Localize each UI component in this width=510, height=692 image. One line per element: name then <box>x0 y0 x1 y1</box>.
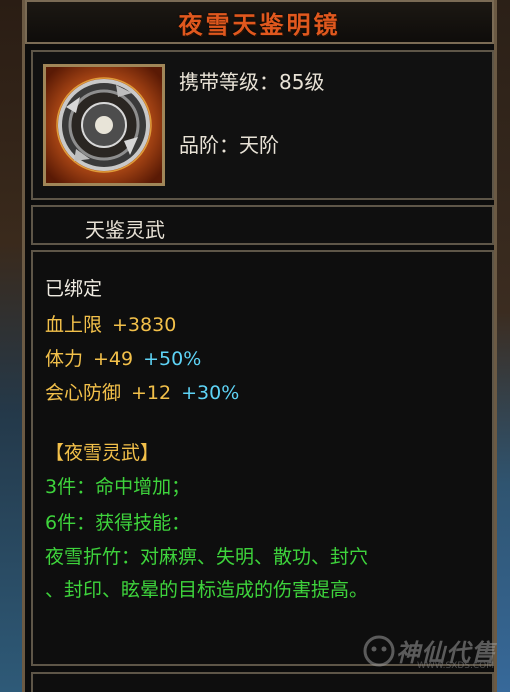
carry-level: 携带等级：85级 <box>179 70 325 94</box>
hp-attribute: 血上限 +3830 <box>45 310 176 337</box>
item-info-panel: 携带等级：85级 品阶：天阶 <box>31 50 494 200</box>
crit-defense-value: +12 <box>131 382 172 404</box>
watermark-logo-icon <box>363 635 395 666</box>
watermark-url: WWW.SXDS.COM <box>416 661 494 671</box>
watermark: 神仙代售 WWW.SXDS.COM <box>362 633 496 671</box>
tooltip-title-bar: 夜雪天鉴明镜 <box>25 0 494 44</box>
crit-defense-bonus: +30% <box>181 382 240 404</box>
set-name: 【夜雪灵武】 <box>45 442 160 464</box>
hp-label: 血上限 <box>45 314 103 336</box>
item-tooltip: 夜雪天鉴明镜 携带等级：85级 品阶：天阶 天鉴灵武 已绑定 血上限 +3830 <box>22 0 497 692</box>
stamina-attribute: 体力 +49 +50% <box>45 344 201 371</box>
set-bonus-3: 3件：命中增加； <box>45 476 191 498</box>
item-name: 夜雪天鉴明镜 <box>178 9 341 39</box>
mirror-item-icon <box>43 64 165 186</box>
set-skill-line-2: 、封印、眩晕的目标造成的伤害提高。 <box>45 579 369 601</box>
item-category: 天鉴灵武 <box>85 218 165 242</box>
stamina-bonus: +50% <box>143 348 202 370</box>
next-panel-edge <box>31 672 494 692</box>
set-bonus-6: 6件：获得技能： <box>45 512 191 534</box>
attributes-panel: 已绑定 血上限 +3830 体力 +49 +50% 会心防御 +12 +30% 【夜雪灵武… <box>31 250 494 666</box>
crit-defense-label: 会心防御 <box>45 382 122 404</box>
stamina-value: +49 <box>93 348 134 370</box>
item-grade: 品阶：天阶 <box>179 133 279 157</box>
crit-defense-attribute: 会心防御 +12 +30% <box>45 378 239 405</box>
hp-value: +3830 <box>112 314 177 336</box>
item-category-panel: 天鉴灵武 <box>31 205 494 245</box>
set-skill-line-1: 夜雪折竹：对麻痹、失明、散功、封穴 <box>45 546 369 568</box>
bound-status: 已绑定 <box>45 278 103 300</box>
stamina-label: 体力 <box>45 348 84 370</box>
